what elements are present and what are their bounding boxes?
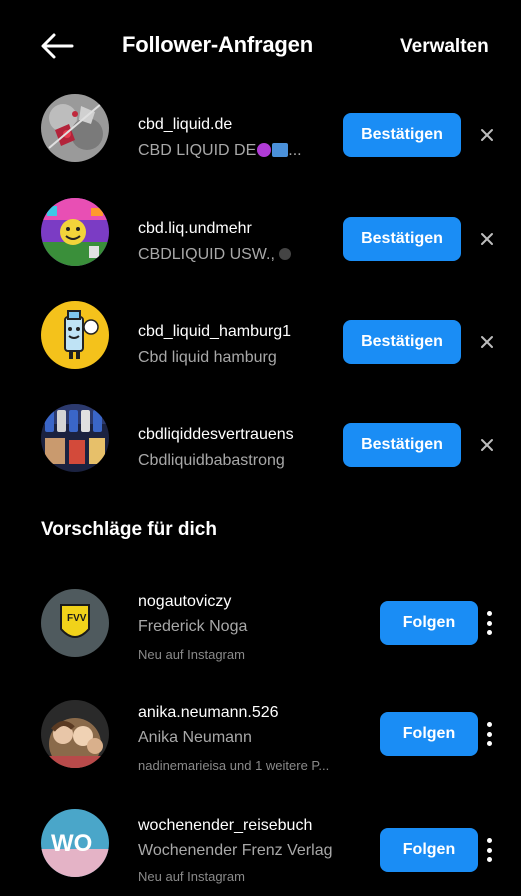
avatar-image [41,700,109,768]
username[interactable]: nogautoviczy [138,593,231,611]
avatar[interactable] [41,94,109,162]
more-options-icon[interactable] [481,608,497,638]
avatar-image [41,404,109,472]
avatar-image [41,198,109,266]
request-row: cbdliqiddesvertrauens Cbdliquidbabastron… [0,402,521,492]
full-name: Anika Neumann [138,729,252,746]
follow-button[interactable]: Folgen [380,828,478,872]
username[interactable]: cbd.liq.undmehr [138,220,252,238]
request-row: cbd_liquid.de CBD LIQUID DE... Bestätige… [0,92,521,182]
arrow-left-icon [41,33,74,59]
avatar-image [41,94,109,162]
close-icon[interactable] [478,126,496,144]
follow-button[interactable]: Folgen [380,601,478,645]
full-name: Wochenender Frenz Verlag [138,842,333,859]
confirm-button[interactable]: Bestätigen [343,113,461,157]
emoji-icon [278,248,291,260]
manage-button[interactable]: Verwalten [400,36,489,58]
avatar[interactable]: FVV [41,589,109,657]
logo-text: FVV [67,613,87,624]
confirm-button[interactable]: Bestätigen [343,320,461,364]
avatar[interactable]: WO [41,809,109,877]
username[interactable]: cbd_liquid.de [138,116,232,134]
back-button[interactable] [38,28,78,68]
close-icon[interactable] [478,436,496,454]
suggestion-context: Neu auf Instagram [138,869,245,884]
more-options-icon[interactable] [481,835,497,865]
username[interactable]: cbdliqiddesvertrauens [138,426,294,444]
full-name: CBDLIQUID USW., [138,246,291,264]
suggestion-row: anika.neumann.526 Anika Neumann nadinema… [0,694,521,794]
more-options-icon[interactable] [481,719,497,749]
full-name: Cbdliquidbabastrong [138,452,285,469]
request-row: cbd_liquid_hamburg1 Cbd liquid hamburg B… [0,299,521,389]
request-row: cbd.liq.undmehr CBDLIQUID USW., Bestätig… [0,196,521,286]
close-icon[interactable] [478,230,496,248]
avatar-image [41,301,109,369]
full-name: Cbd liquid hamburg [138,349,277,366]
full-name: Frederick Noga [138,618,248,635]
suggestions-heading: Vorschläge für dich [41,519,217,540]
confirm-button[interactable]: Bestätigen [343,423,461,467]
follow-button[interactable]: Folgen [380,712,478,756]
top-bar: Follower-Anfragen Verwalten [0,0,521,92]
avatar[interactable] [41,404,109,472]
page-title: Follower-Anfragen [122,32,313,57]
suggestion-row: WO wochenender_reisebuch Wochenender Fre… [0,809,521,896]
emoji-icon [272,143,289,157]
avatar[interactable] [41,198,109,266]
suggestion-row: FVV nogautoviczy Frederick Noga Neu auf … [0,583,521,683]
avatar[interactable] [41,700,109,768]
logo-text: WO [51,830,92,857]
avatar-image: WO [41,809,109,877]
username[interactable]: wochenender_reisebuch [138,817,312,835]
suggestion-context: Neu auf Instagram [138,647,245,662]
username[interactable]: anika.neumann.526 [138,704,279,722]
avatar[interactable] [41,301,109,369]
suggestion-context: nadinemarieisa und 1 weitere P... [138,758,330,773]
full-name: CBD LIQUID DE... [138,142,302,159]
confirm-button[interactable]: Bestätigen [343,217,461,261]
avatar-image: FVV [41,589,109,657]
close-icon[interactable] [478,333,496,351]
emoji-icon [257,143,272,157]
username[interactable]: cbd_liquid_hamburg1 [138,323,291,341]
